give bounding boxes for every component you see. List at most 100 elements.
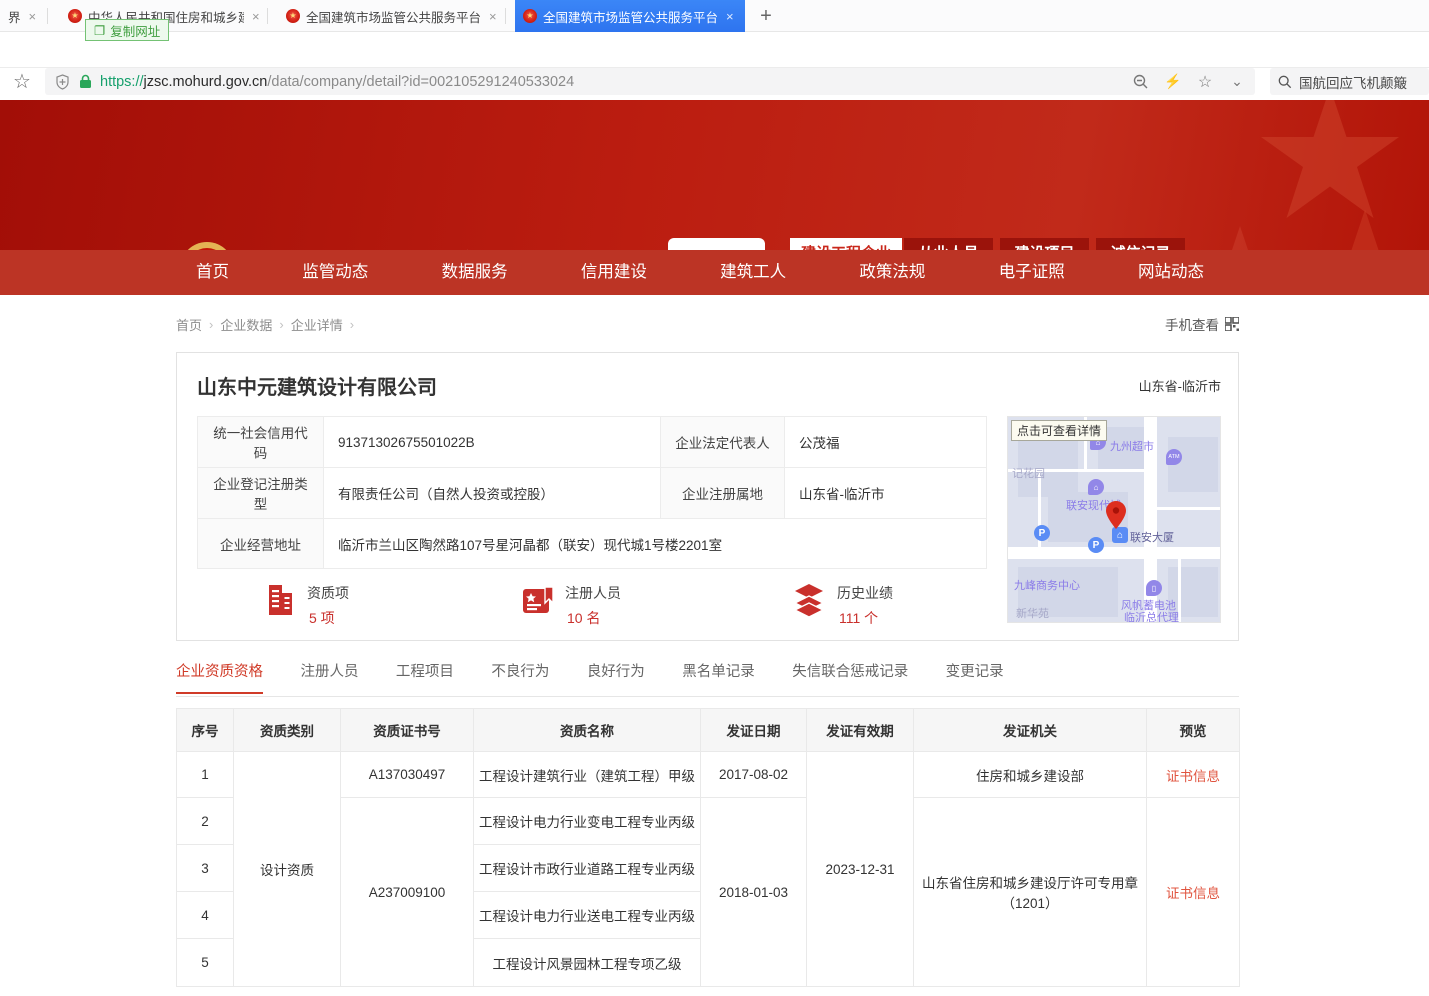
site-header: 中华人民共和国住房和城乡建设部 www.mohurd.gov.cn 全国建筑市场…: [0, 100, 1429, 250]
tab-change-records[interactable]: 变更记录: [946, 660, 1004, 692]
shield-icon[interactable]: [55, 74, 70, 90]
qualification-name: 工程设计电力行业送电工程专业丙级: [474, 892, 701, 939]
close-icon[interactable]: ×: [252, 9, 260, 24]
field-label: 统一社会信用代码: [198, 417, 324, 468]
chevron-down-icon[interactable]: ⌄: [1229, 74, 1245, 90]
stat-label: 注册人员: [565, 583, 621, 603]
row-number: 3: [177, 845, 234, 892]
stat-value[interactable]: 111 个: [837, 608, 893, 628]
map-thumbnail[interactable]: 点击可查看详情 ⌂ 九州超市 ATM 记花园 ⌂ 联安现代城 ⌂ 联安大厦 P …: [1007, 416, 1221, 623]
breadcrumb-company-detail[interactable]: 企业详情: [291, 315, 343, 334]
url-text: https://jzsc.mohurd.gov.cn/data/company/…: [100, 74, 574, 90]
tab-separator: [505, 8, 506, 24]
new-tab-button[interactable]: +: [752, 2, 780, 30]
address-field[interactable]: https://jzsc.mohurd.gov.cn/data/company/…: [45, 68, 1255, 95]
map-label-battery-2: 临沂总代理: [1124, 609, 1179, 623]
certificate-info-link[interactable]: 证书信息: [1166, 769, 1220, 784]
nav-e-license[interactable]: 电子证照: [999, 250, 1065, 295]
map-label-business-center: 九峰商务中心: [1014, 577, 1080, 593]
company-name: 山东中元建筑设计有限公司: [197, 371, 437, 400]
qualification-name: 工程设计风景园林工程专项乙级: [474, 939, 701, 987]
nav-workers[interactable]: 建筑工人: [720, 250, 786, 295]
lightning-icon[interactable]: ⚡: [1165, 74, 1181, 90]
main-nav: 首页 监管动态 数据服务 信用建设 建筑工人 政策法规 电子证照 网站动态: [0, 250, 1429, 295]
browser-tab-jzsc-1[interactable]: ★ 全国建筑市场监管公共服务平台 ×: [278, 0, 506, 32]
col-header: 资质类别: [234, 709, 341, 752]
search-tab-credit[interactable]: 诚信记录: [1096, 238, 1185, 250]
search-tab-project[interactable]: 建设项目: [1000, 238, 1089, 250]
certificate-number: A237009100: [341, 798, 474, 987]
legal-rep-value: 公茂福: [785, 417, 987, 468]
qualification-table: 序号 资质类别 资质证书号 资质名称 发证日期 发证有效期 发证机关 预览 1 …: [176, 708, 1240, 987]
tab-dishonesty-records[interactable]: 失信联合惩戒记录: [792, 660, 908, 692]
nav-policy[interactable]: 政策法规: [859, 250, 925, 295]
search-tab-personnel[interactable]: 从业人员: [904, 238, 993, 250]
tab-qualification[interactable]: 企业资质资格: [176, 660, 263, 694]
nav-home[interactable]: 首页: [196, 250, 229, 295]
building-poi-icon: ⌂: [1088, 479, 1104, 495]
tab-projects[interactable]: 工程项目: [396, 660, 454, 692]
lock-icon: [79, 74, 92, 89]
close-icon[interactable]: ×: [29, 9, 37, 24]
stat-registered-staff: 注册人员 10 名: [521, 583, 621, 628]
stat-value[interactable]: 5 项: [307, 608, 349, 628]
mobile-view-link[interactable]: 手机查看: [1165, 314, 1239, 334]
row-number: 5: [177, 939, 234, 987]
trending-query: 国航回应飞机颠簸: [1299, 72, 1407, 92]
qualification-name: 工程设计建筑行业（建筑工程）甲级: [474, 752, 701, 798]
col-header: 预览: [1147, 709, 1240, 752]
nav-supervision[interactable]: 监管动态: [302, 250, 368, 295]
nav-data-service[interactable]: 数据服务: [442, 250, 508, 295]
col-header: 发证有效期: [807, 709, 914, 752]
tab-title: 界: [8, 7, 21, 26]
detail-tab-bar: 企业资质资格 注册人员 工程项目 不良行为 良好行为 黑名单记录 失信联合惩戒记…: [176, 660, 1239, 697]
map-label-lianan-tower: 联安大厦: [1130, 529, 1174, 545]
close-icon[interactable]: ×: [489, 9, 497, 24]
breadcrumb-home[interactable]: 首页: [176, 315, 202, 334]
row-number: 4: [177, 892, 234, 939]
browser-tab-jzsc-active[interactable]: ★ 全国建筑市场监管公共服务平台 ×: [515, 0, 745, 32]
certificate-info-link[interactable]: 证书信息: [1166, 886, 1220, 901]
urlbar-actions: ⚡ ☆ ⌄: [1133, 74, 1245, 90]
favorite-star-icon[interactable]: ☆: [1197, 74, 1213, 90]
table-header-row: 序号 资质类别 资质证书号 资质名称 发证日期 发证有效期 发证机关 预览: [177, 709, 1240, 752]
tab-registered-staff[interactable]: 注册人员: [300, 660, 358, 692]
stat-label: 资质项: [307, 583, 349, 603]
stat-label: 历史业绩: [837, 583, 893, 603]
map-label-supermarket: 九州超市: [1110, 438, 1154, 454]
news-search-box[interactable]: 国航回应飞机颠簸: [1270, 68, 1429, 95]
tab-good-behavior[interactable]: 良好行为: [587, 660, 645, 692]
tab-separator: [47, 8, 48, 24]
tab-bad-behavior[interactable]: 不良行为: [491, 660, 549, 692]
tab-blacklist[interactable]: 黑名单记录: [682, 660, 755, 692]
field-label: 企业经营地址: [198, 519, 324, 569]
col-header: 发证机关: [914, 709, 1147, 752]
valid-until-date: 2023-12-31: [807, 752, 914, 987]
issue-date: 2018-01-03: [701, 798, 807, 987]
zoom-out-icon[interactable]: [1133, 74, 1149, 90]
nav-site-news[interactable]: 网站动态: [1138, 250, 1204, 295]
breadcrumb: 首页 › 企业数据 › 企业详情 › 手机查看: [176, 312, 1239, 336]
nav-credit[interactable]: 信用建设: [581, 250, 647, 295]
row-number: 2: [177, 798, 234, 845]
search-icon: [1278, 75, 1292, 89]
address-value: 临沂市兰山区陶然路107号星河晶都（联安）现代城1号楼2201室: [324, 519, 987, 569]
tab-separator: [267, 8, 268, 24]
col-header: 资质证书号: [341, 709, 474, 752]
reg-region-value: 山东省-临沂市: [785, 468, 987, 519]
header-search-module: 建设工程企业 从业人员 建设项目 诚信记录 搜索: [790, 238, 1237, 250]
map-tooltip: 点击可查看详情: [1011, 420, 1107, 441]
stat-history: 历史业绩 111 个: [791, 583, 893, 628]
emblem-favicon-icon: ★: [286, 9, 300, 23]
search-tab-enterprise[interactable]: 建设工程企业: [790, 238, 902, 250]
tower-poi-icon: ⌂: [1112, 527, 1128, 543]
breadcrumb-company-data[interactable]: 企业数据: [220, 315, 272, 334]
national-emblem-logo: [178, 240, 236, 250]
close-icon[interactable]: ×: [726, 9, 734, 24]
stat-value[interactable]: 10 名: [565, 608, 621, 628]
bookmark-star-icon[interactable]: ☆: [8, 69, 36, 94]
qualification-name: 工程设计市政行业道路工程专业丙级: [474, 845, 701, 892]
certificate-number: A137030497: [341, 752, 474, 798]
tab-title: 全国建筑市场监管公共服务平台: [543, 7, 718, 26]
browser-tab-partial[interactable]: 界 ×: [0, 0, 48, 32]
